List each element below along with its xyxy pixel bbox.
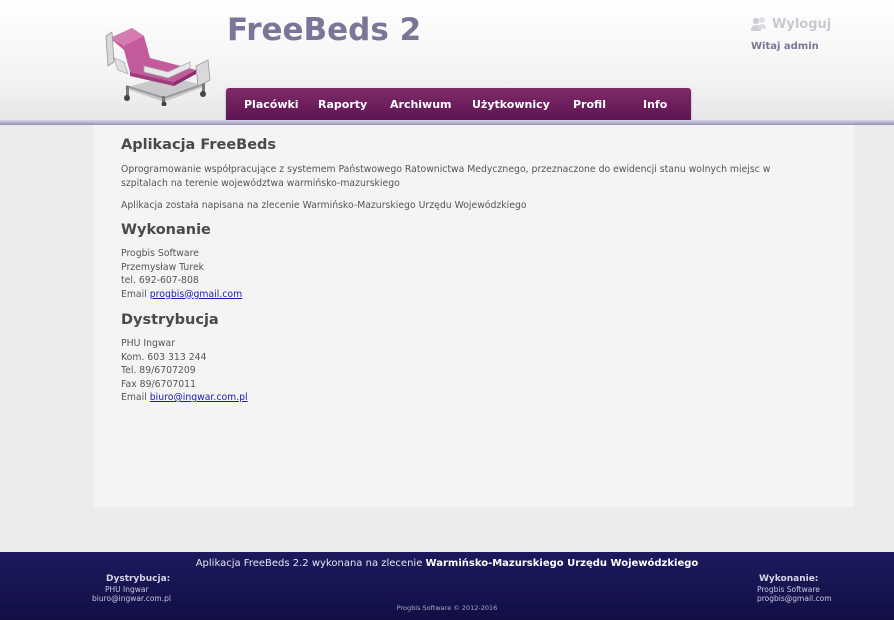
wykonanie-details: Progbis Software Przemysław Turek tel. 6… <box>121 247 242 301</box>
email-label: Email <box>121 288 147 300</box>
user-greeting: Witaj admin <box>751 41 819 52</box>
page-header: FreeBeds 2 Wyloguj Witaj admin Placówki … <box>0 0 894 125</box>
wykonanie-line: Przemysław Turek <box>121 261 205 273</box>
dystrybucja-email-link[interactable]: biuro@ingwar.com.pl <box>150 392 248 403</box>
nav-item-placowki[interactable]: Placówki <box>244 88 299 121</box>
footer-commission-client: Warmińsko-Mazurskiego Urzędu Wojewódzkie… <box>425 558 699 569</box>
app-title: FreeBeds 2 <box>227 12 422 48</box>
footer-distribution-title: Dystrybucja: <box>106 574 171 584</box>
hospital-bed-icon <box>105 28 211 106</box>
footer-commission-prefix: Aplikacja FreeBeds 2.2 wykonana na zlece… <box>195 558 423 569</box>
wykonanie-line: Progbis Software <box>121 248 199 259</box>
section-title-dystrybucja: Dystrybucja <box>121 312 219 328</box>
footer-execution-title: Wykonanie: <box>759 574 819 584</box>
dystrybucja-line: PHU Ingwar <box>121 338 176 349</box>
footer-execution-line: Progbis Software <box>757 585 820 594</box>
users-logout-icon <box>751 17 766 31</box>
section-title-wykonanie: Wykonanie <box>121 222 211 238</box>
wykonanie-line: tel. 692-607-808 <box>121 275 199 286</box>
logout-button[interactable]: Wyloguj <box>750 16 831 32</box>
nav-item-profil[interactable]: Profil <box>573 88 606 121</box>
dystrybucja-details: PHU Ingwar Kom. 603 313 244 Tel. 89/6707… <box>121 337 248 405</box>
footer-copyright: Progbis Software © 2012-2016 <box>396 604 498 612</box>
dystrybucja-email-row: Email biuro@ingwar.com.pl <box>121 391 248 405</box>
section-title-aplikacja: Aplikacja FreeBeds <box>121 137 277 153</box>
footer-distribution: Dystrybucja: PHU Ingwar biuro@ingwar.com… <box>92 574 171 603</box>
dystrybucja-line: Kom. 603 313 244 <box>121 351 207 363</box>
logout-label: Wyloguj <box>772 16 832 32</box>
dystrybucja-line: Fax 89/6707011 <box>121 378 197 390</box>
footer-commission-note: Aplikacja FreeBeds 2.2 wykonana na zlece… <box>0 558 894 569</box>
wykonanie-email-link[interactable]: progbis@gmail.com <box>150 289 242 300</box>
nav-item-info[interactable]: Info <box>643 88 667 121</box>
email-label: Email <box>121 392 147 403</box>
footer-execution: Wykonanie: Progbis Software progbis@gmai… <box>757 574 832 603</box>
nav-item-uzytkownicy[interactable]: Użytkownicy <box>472 88 550 121</box>
footer-execution-line: progbis@gmail.com <box>757 594 832 603</box>
nav-item-raporty[interactable]: Raporty <box>318 88 367 121</box>
wykonanie-email-row: Email progbis@gmail.com <box>121 288 242 302</box>
app-description: Oprogramowanie współpracujące z systemem… <box>121 164 771 189</box>
footer-distribution-line: biuro@ingwar.com.pl <box>92 594 171 603</box>
page-footer: Aplikacja FreeBeds 2.2 wykonana na zlece… <box>0 552 894 620</box>
footer-distribution-line: PHU Ingwar <box>105 585 149 594</box>
main-nav: Placówki Raporty Archiwum Użytkownicy Pr… <box>226 88 691 121</box>
dystrybucja-line: Tel. 89/6707209 <box>121 365 196 376</box>
app-commission-note: Aplikacja została napisana na zlecenie W… <box>121 200 527 211</box>
nav-item-archiwum[interactable]: Archiwum <box>390 88 452 121</box>
